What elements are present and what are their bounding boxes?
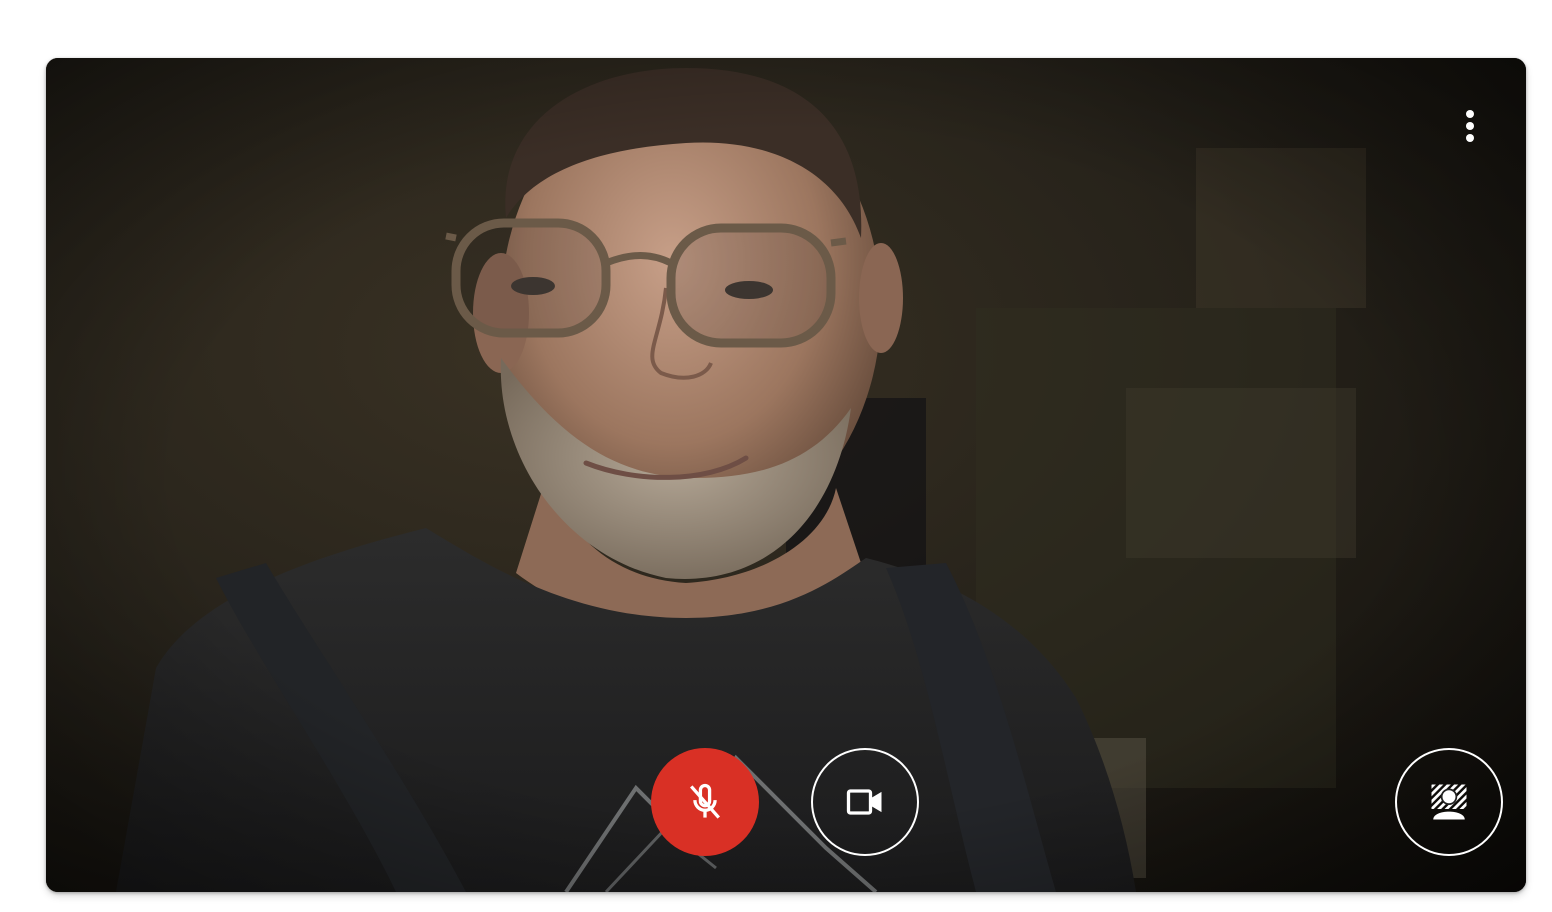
visual-effects-button[interactable] <box>1395 748 1503 856</box>
camera-video-feed <box>46 58 1526 892</box>
camera-toggle-button[interactable] <box>811 748 919 856</box>
more-options-button[interactable] <box>1446 102 1494 150</box>
self-view-preview <box>46 58 1526 892</box>
mic-off-icon <box>690 783 720 819</box>
more-vert-icon <box>1466 110 1474 142</box>
videocam-icon <box>846 789 882 815</box>
microphone-toggle-button[interactable] <box>651 748 759 856</box>
background-effects-icon <box>1431 784 1467 820</box>
